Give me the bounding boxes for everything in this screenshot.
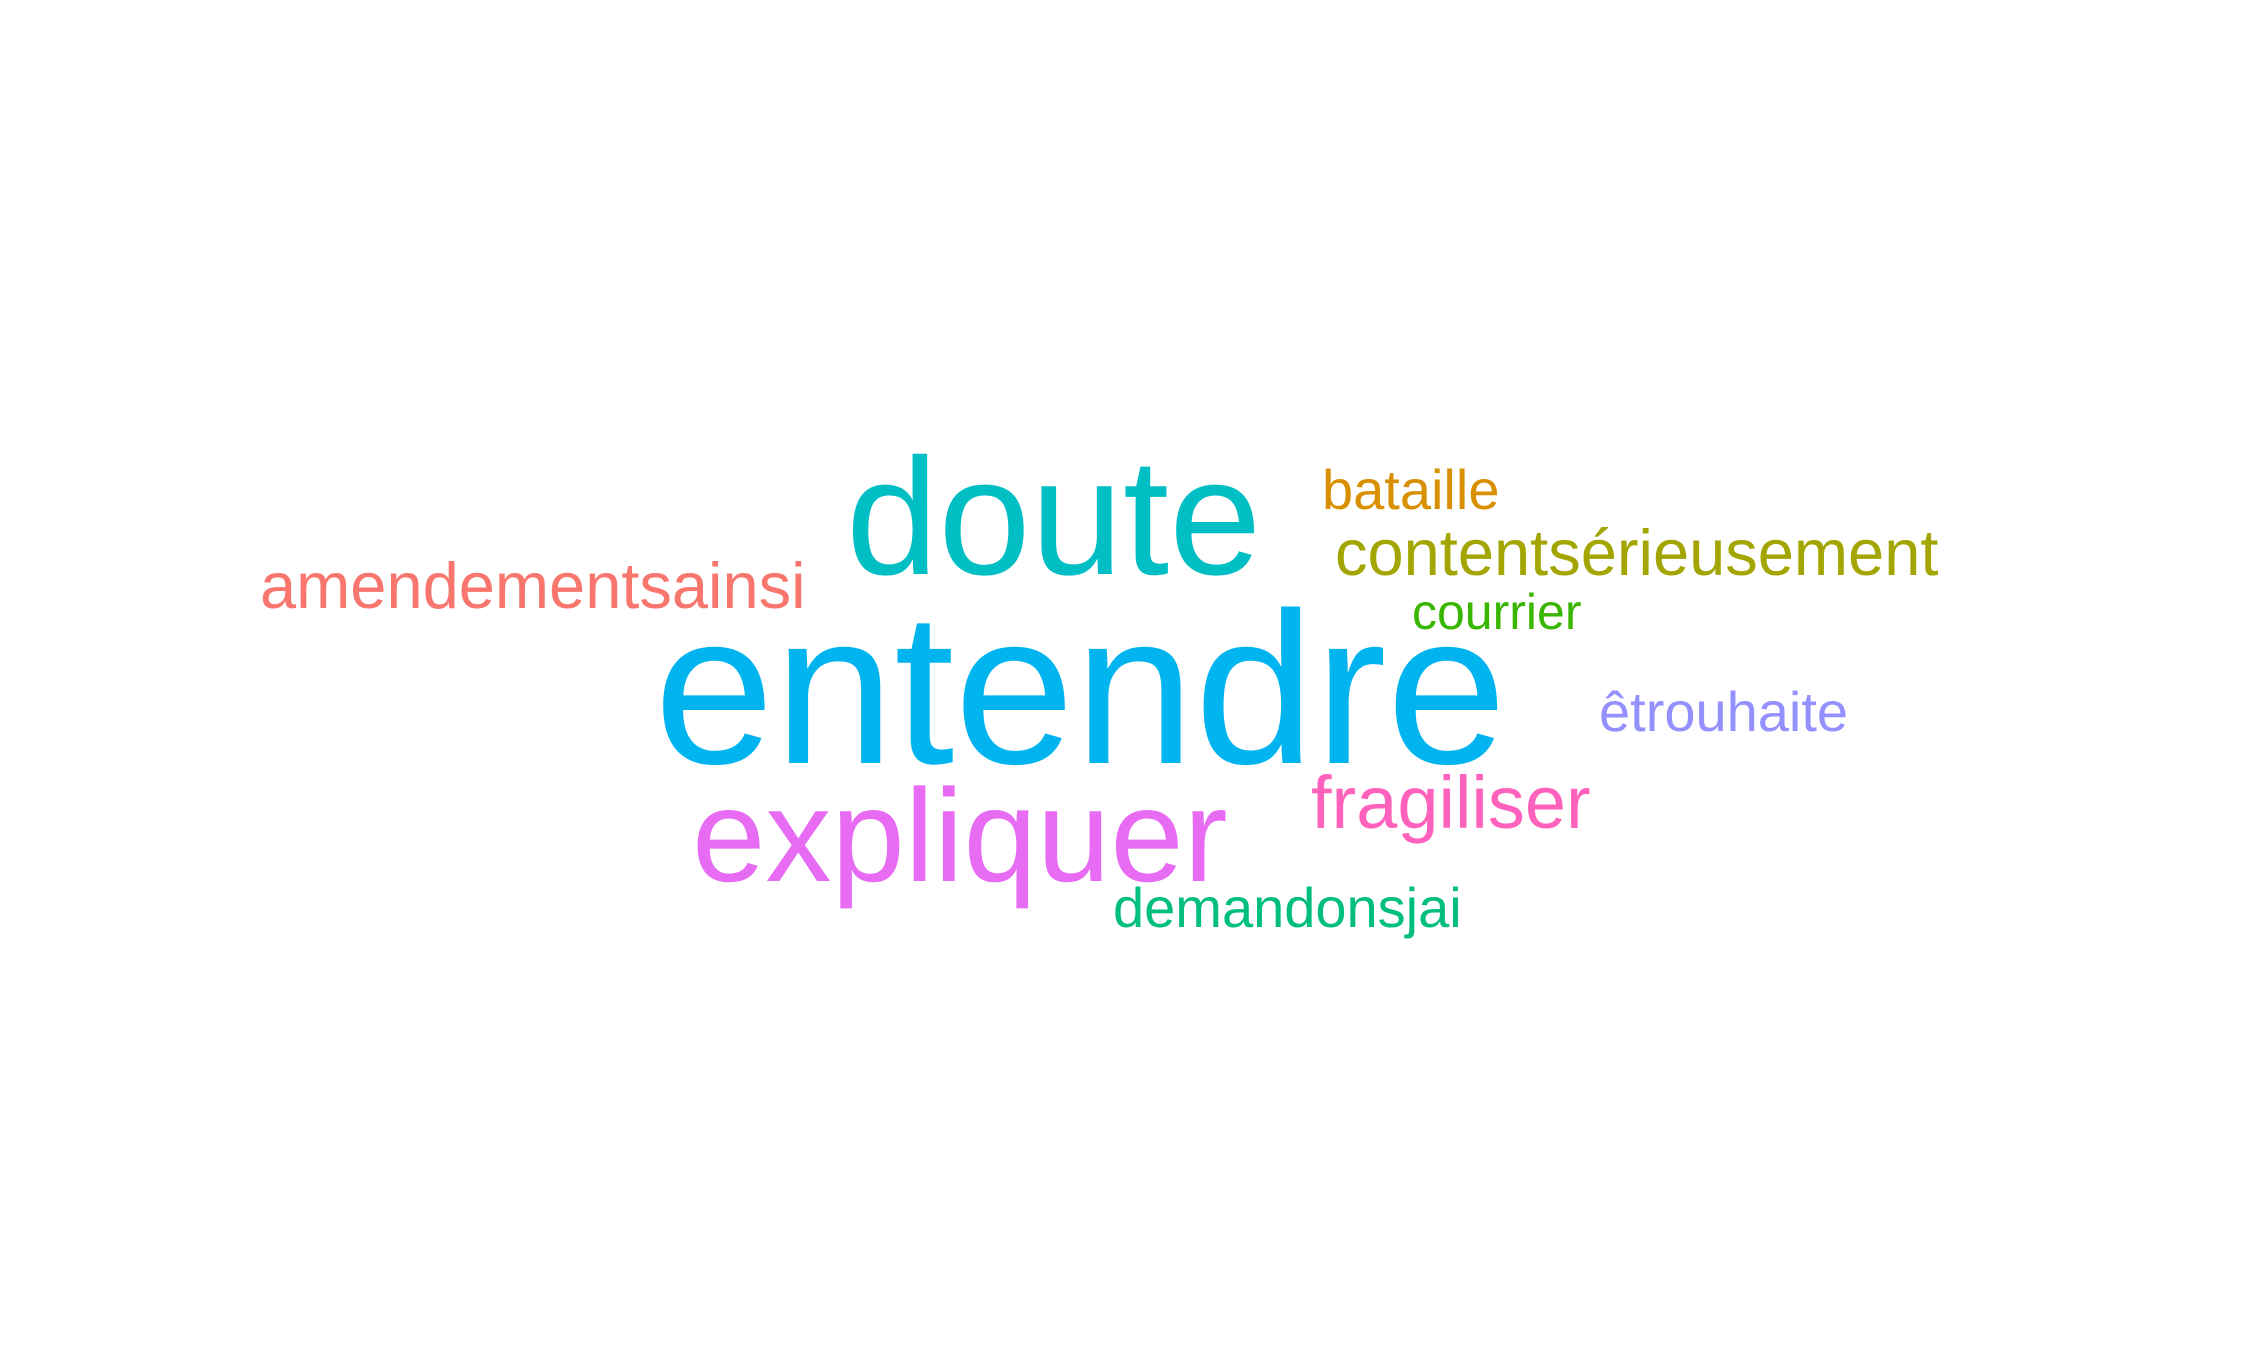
word-bataille: bataille xyxy=(1322,458,1500,521)
word-amendementsainsi: amendementsainsi xyxy=(260,549,806,622)
word-contentserieusement: contentsérieusement xyxy=(1335,516,1939,589)
word-etrouhaite: êtrouhaite xyxy=(1599,680,1849,743)
word-cloud: entendre doute expliquer amendementsains… xyxy=(0,0,2246,1350)
word-courrier: courrier xyxy=(1412,584,1582,640)
word-demandonsjai: demandonsjai xyxy=(1113,876,1462,939)
word-fragiliser: fragiliser xyxy=(1311,761,1591,844)
word-doute: doute xyxy=(846,425,1262,610)
